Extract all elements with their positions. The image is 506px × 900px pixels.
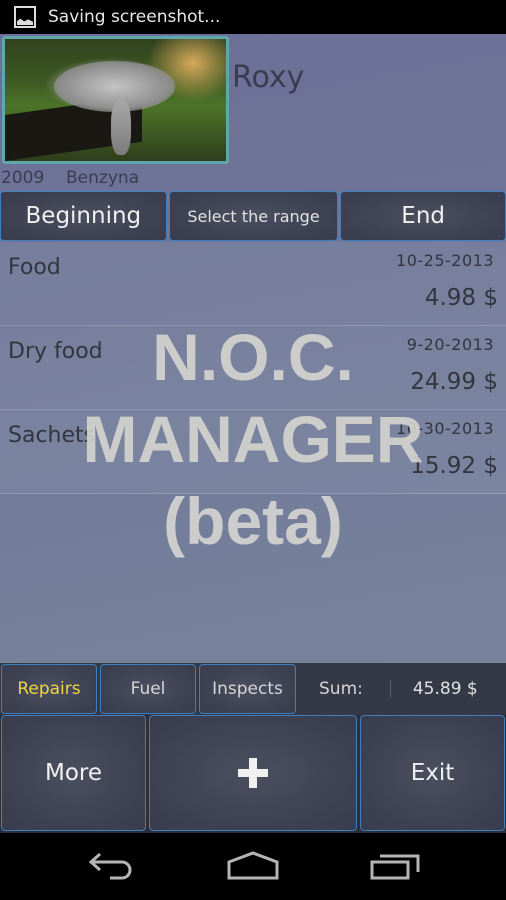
category-tab-bar: Repairs Fuel Inspects Sum: 45.89 $ <box>0 663 506 715</box>
home-icon[interactable] <box>223 848 283 884</box>
action-bar: More Exit <box>0 715 506 833</box>
expense-amount: 24.99 $ <box>410 369 498 395</box>
expense-date: 9-20-2013 <box>406 335 494 354</box>
system-nav-bar <box>0 833 506 900</box>
add-button[interactable] <box>149 715 357 831</box>
status-notification-text: Saving screenshot... <box>48 7 221 27</box>
tab-inspects[interactable]: Inspects <box>199 664 296 714</box>
recent-apps-icon[interactable] <box>366 848 426 884</box>
exit-button[interactable]: Exit <box>360 715 505 831</box>
vehicle-fuel-type: Benzyna <box>66 168 140 188</box>
vehicle-year: 2009 <box>1 168 45 188</box>
expense-amount: 15.92 $ <box>410 453 498 479</box>
sum-divider <box>389 680 391 698</box>
expense-list: Food 10-25-2013 4.98 $ Dry food 9-20-201… <box>0 242 506 494</box>
status-bar: Saving screenshot... <box>0 0 506 34</box>
beginning-button[interactable]: Beginning <box>0 191 167 241</box>
end-button[interactable]: End <box>340 191 506 241</box>
image-icon <box>14 6 36 28</box>
photo-paw <box>111 100 131 155</box>
expense-row[interactable]: Dry food 9-20-2013 24.99 $ <box>0 326 506 410</box>
sum-value: 45.89 $ <box>412 679 478 699</box>
expense-name: Food <box>8 255 61 280</box>
sum-label: Sum: <box>319 679 363 699</box>
expense-amount: 4.98 $ <box>424 285 498 311</box>
expense-date: 10-25-2013 <box>396 251 494 270</box>
tab-fuel[interactable]: Fuel <box>100 664 196 714</box>
expense-date: 10-30-2013 <box>396 419 494 438</box>
range-bar: Beginning Select the range End <box>0 191 506 241</box>
plus-icon <box>238 758 268 788</box>
more-button[interactable]: More <box>1 715 146 831</box>
app-main: Roxy 2009 Benzyna Beginning Select the r… <box>0 34 506 833</box>
tab-repairs[interactable]: Repairs <box>1 664 97 714</box>
vehicle-name: Roxy <box>232 60 305 95</box>
back-icon[interactable] <box>82 848 142 884</box>
expense-name: Dry food <box>8 339 103 364</box>
expense-name: Sachets <box>8 423 96 448</box>
expense-row[interactable]: Sachets 10-30-2013 15.92 $ <box>0 410 506 494</box>
vehicle-photo[interactable] <box>2 36 229 164</box>
select-range-button[interactable]: Select the range <box>168 191 339 241</box>
expense-row[interactable]: Food 10-25-2013 4.98 $ <box>0 242 506 326</box>
